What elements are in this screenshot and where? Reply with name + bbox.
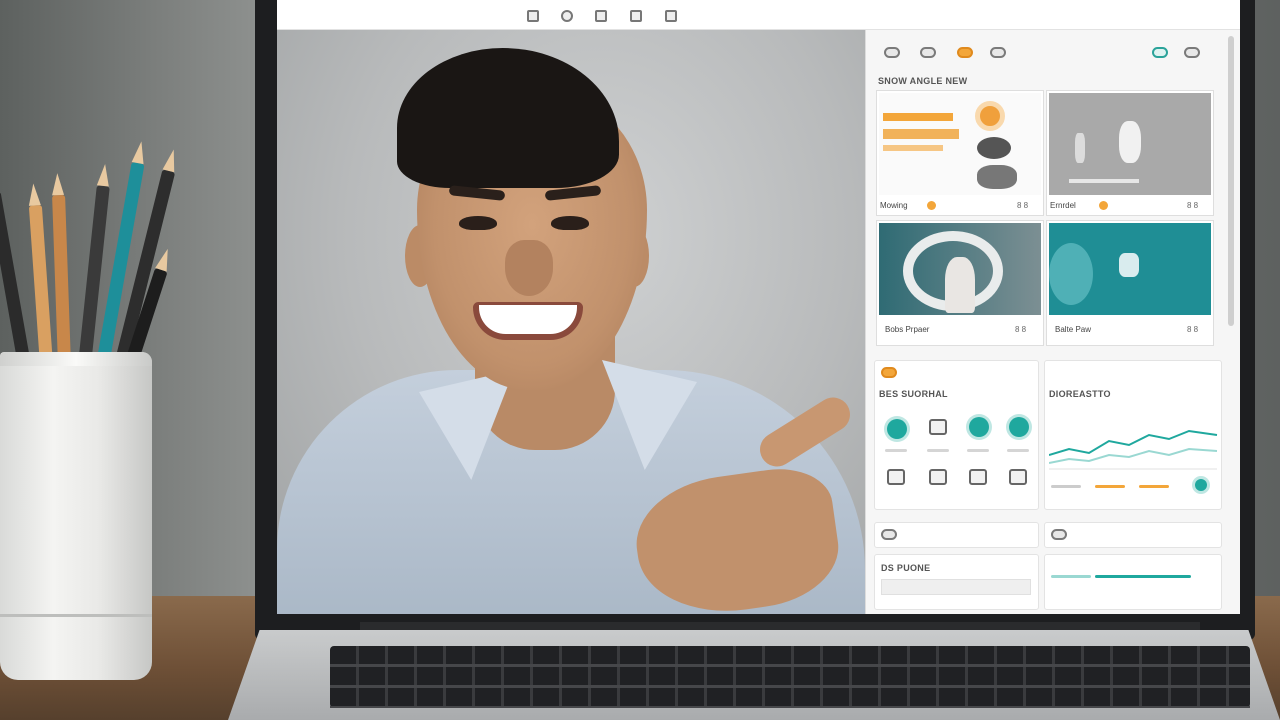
app-toolbar: [277, 0, 1240, 30]
laptop-screen: SNOW ANGLE NEW Mowing 8 8 Ernrdel 8 8 Bo…: [277, 0, 1240, 614]
window-icon[interactable]: [969, 469, 987, 485]
tool-label: [927, 449, 949, 452]
media-card[interactable]: Ernrdel 8 8: [1046, 90, 1214, 216]
search-icon: [881, 529, 897, 540]
note-widget: DS PUONE: [874, 554, 1039, 610]
scrollbar[interactable]: [1228, 36, 1234, 326]
figure-shape: [1119, 253, 1139, 277]
legend-bar: [1051, 485, 1081, 488]
teal-tool-icon[interactable]: [887, 419, 907, 439]
card-caption: Balte Paw: [1055, 325, 1092, 334]
nose: [505, 240, 553, 296]
status-dot: [927, 201, 936, 210]
legend-bar: [1139, 485, 1169, 488]
smile: [473, 302, 583, 340]
gray-blob: [977, 165, 1017, 189]
teal-tool-icon[interactable]: [1009, 417, 1029, 437]
media-card[interactable]: Balte Paw 8 8: [1046, 220, 1214, 346]
square-icon[interactable]: [630, 10, 642, 22]
progress-widget: [1044, 554, 1222, 610]
eye: [551, 216, 589, 230]
chart-heading: DIOREASTTO: [1049, 389, 1111, 399]
square-icon[interactable]: [665, 10, 677, 22]
window-icon[interactable]: [929, 469, 947, 485]
legend-bar: [1095, 485, 1125, 488]
square-icon[interactable]: [595, 10, 607, 22]
tool-label: [1007, 449, 1029, 452]
section-heading: SNOW ANGLE NEW: [878, 76, 968, 86]
info-icon: [1051, 529, 1067, 540]
tool-label: [885, 449, 907, 452]
teal-tool-icon[interactable]: [969, 417, 989, 437]
laptop-keyboard: [330, 646, 1250, 708]
pill-icon[interactable]: [990, 47, 1006, 58]
cup-rim: [0, 352, 152, 366]
media-card[interactable]: Mowing 8 8: [876, 90, 1044, 216]
note-heading: DS PUONE: [881, 563, 931, 573]
activity-chart: [1049, 429, 1218, 470]
status-icon[interactable]: [1195, 479, 1207, 491]
tools-heading: BES SUORHAL: [879, 389, 948, 399]
side-panel: SNOW ANGLE NEW Mowing 8 8 Ernrdel 8 8 Bo…: [865, 30, 1240, 614]
tool-label: [967, 449, 989, 452]
card-thumbnail: [1049, 93, 1211, 195]
window-icon[interactable]: [1009, 469, 1027, 485]
card-thumbnail: [879, 93, 1041, 195]
cup-band: [0, 614, 152, 617]
status-icon[interactable]: [1152, 47, 1168, 58]
figure-shape: [1075, 133, 1085, 163]
tools-toggle-icon[interactable]: [881, 367, 897, 378]
orange-circle: [975, 101, 1005, 131]
blob-shape: [1049, 243, 1093, 305]
search-row[interactable]: [874, 522, 1039, 548]
record-icon[interactable]: [561, 10, 573, 22]
highlight-icon[interactable]: [957, 47, 973, 58]
document-icon[interactable]: [929, 419, 947, 435]
eye: [459, 216, 497, 230]
gray-circle: [977, 137, 1011, 159]
card-caption: Bobs Prpaer: [885, 325, 930, 334]
tools-widget: BES SUORHAL: [874, 360, 1039, 510]
pill-icon[interactable]: [920, 47, 936, 58]
link-icon[interactable]: [1184, 47, 1200, 58]
card-meta: 8 8: [1187, 325, 1199, 334]
pencil-cup: [0, 352, 152, 680]
person-hair: [397, 48, 619, 188]
card-caption: Ernrdel: [1050, 201, 1076, 210]
card-meta: 8 8: [1017, 201, 1029, 210]
media-card[interactable]: Bobs Prpaer 8 8: [876, 220, 1044, 346]
card-meta: 8 8: [1015, 325, 1027, 334]
window-icon[interactable]: [887, 469, 905, 485]
thumb-bar: [883, 129, 959, 139]
note-input[interactable]: [881, 579, 1031, 595]
thumb-bar: [883, 113, 953, 121]
square-icon[interactable]: [527, 10, 539, 22]
card-thumbnail: [879, 223, 1041, 315]
figure-shape: [1119, 121, 1141, 163]
card-thumbnail: [1049, 223, 1211, 315]
progress-bar: [1051, 575, 1091, 578]
info-row[interactable]: [1044, 522, 1222, 548]
pill-icon[interactable]: [884, 47, 900, 58]
thumb-bar: [883, 145, 943, 151]
person-thumb: [945, 257, 975, 313]
status-dot: [1099, 201, 1108, 210]
card-meta: 8 8: [1187, 201, 1199, 210]
thumb-bar: [1069, 179, 1139, 183]
video-feed: [277, 30, 865, 614]
side-toolbar: [866, 30, 1240, 70]
card-caption: Mowing: [880, 201, 908, 210]
progress-bar: [1095, 575, 1191, 578]
chart-widget: DIOREASTTO: [1044, 360, 1222, 510]
